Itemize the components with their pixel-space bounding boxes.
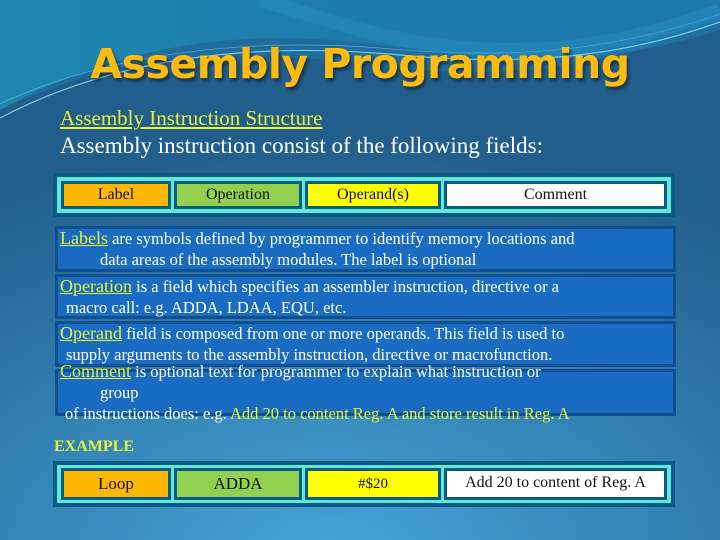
field-cell-operation: Operation — [174, 181, 302, 209]
comment-line2: group — [100, 383, 139, 402]
example-cell-comment: Add 20 to content of Reg. A — [444, 468, 667, 500]
field-cell-operands: Operand(s) — [305, 181, 441, 209]
comment-example-highlight: Add 20 to content Reg. A and store resul… — [229, 404, 570, 423]
comment-line3: of instructions does: e.g. Add 20 to con… — [60, 403, 680, 424]
operation-line2: macro call: e.g. ADDA, LDAA, EQU, etc. — [66, 298, 347, 317]
comment-line1: is optional text for programmer to expla… — [131, 362, 541, 381]
comment-keyword: Comment — [60, 361, 131, 381]
labels-keyword: Labels — [60, 228, 108, 248]
operation-description: Operation is a field which specifies an … — [60, 276, 680, 318]
field-cell-comment: Comment — [444, 181, 667, 209]
example-cell-operation: ADDA — [174, 468, 302, 500]
example-cell-label: Loop — [61, 468, 171, 500]
intro-text: Assembly instruction consist of the foll… — [60, 133, 543, 158]
comment-description: Comment is optional text for programmer … — [60, 361, 680, 424]
labels-line2: data areas of the assembly modules. The … — [100, 250, 477, 269]
slide-title: Assembly Programming — [90, 40, 630, 88]
field-cell-label: Label — [61, 181, 171, 209]
section-subtitle: Assembly Instruction Structure — [60, 106, 323, 130]
operand-line1: field is composed from one or more opera… — [121, 324, 565, 343]
operation-keyword: Operation — [60, 276, 132, 296]
example-cell-operand: #$20 — [305, 468, 441, 500]
comment-line3-prefix: of instructions does: e.g. — [65, 404, 230, 423]
operand-description: Operand field is composed from one or mo… — [60, 323, 680, 365]
labels-description: Labels are symbols defined by programmer… — [60, 228, 680, 270]
example-heading: EXAMPLE — [54, 438, 134, 455]
operand-keyword: Operand — [60, 323, 122, 343]
example-table: Loop ADDA #$20 Add 20 to content of Reg.… — [53, 461, 675, 507]
fields-table: Label Operation Operand(s) Comment — [53, 173, 675, 217]
labels-line1: are symbols defined by programmer to ide… — [107, 229, 575, 248]
operation-line1: is a field which specifies an assembler … — [131, 277, 560, 296]
